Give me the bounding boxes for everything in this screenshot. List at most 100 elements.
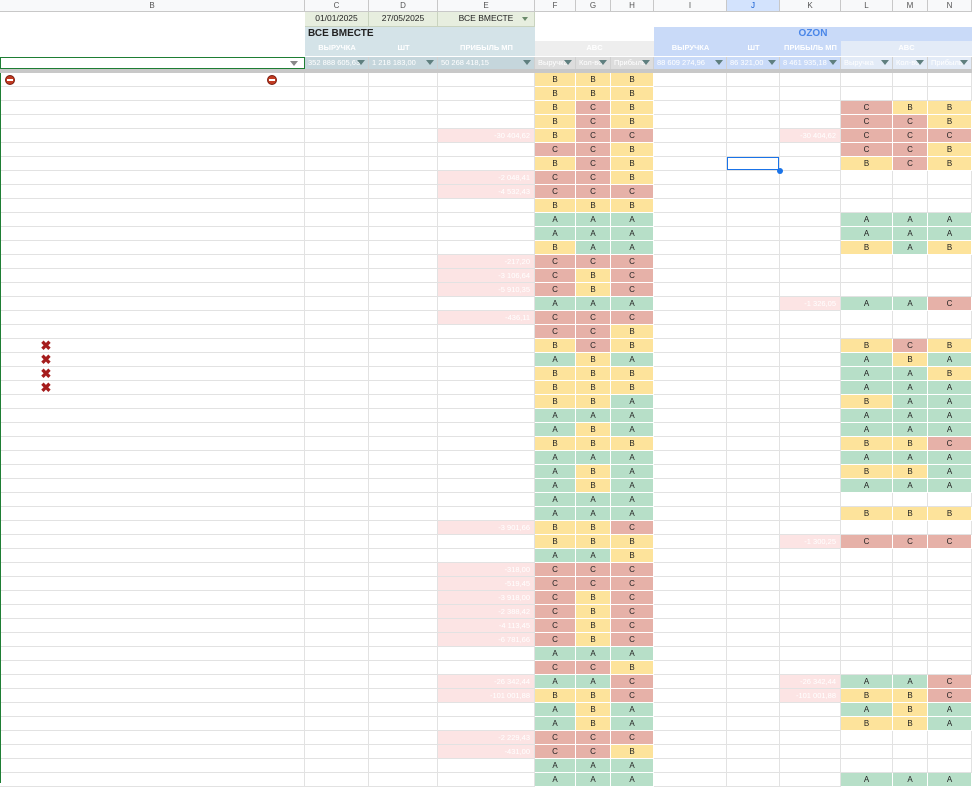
cell-e[interactable]: -3 901,66 — [438, 521, 535, 535]
cell-e[interactable] — [438, 353, 535, 367]
cell-i[interactable] — [654, 241, 727, 255]
cell-i[interactable] — [654, 297, 727, 311]
cell-b[interactable] — [0, 465, 305, 479]
cell-b[interactable] — [0, 661, 305, 675]
cell-e[interactable] — [438, 101, 535, 115]
cell-n[interactable] — [928, 605, 972, 619]
column-header-m[interactable]: M — [893, 0, 928, 12]
cell-n[interactable] — [928, 619, 972, 633]
cell-b[interactable] — [0, 689, 305, 703]
cell-d[interactable] — [369, 311, 438, 325]
cell-c[interactable] — [305, 409, 369, 423]
cell-k[interactable] — [780, 101, 841, 115]
cell-e[interactable] — [438, 549, 535, 563]
cell-i[interactable] — [654, 185, 727, 199]
cell-b[interactable] — [0, 129, 305, 143]
cell-m[interactable] — [893, 605, 928, 619]
cell-b[interactable] — [0, 563, 305, 577]
cell-d[interactable] — [369, 227, 438, 241]
cell-i[interactable] — [654, 703, 727, 717]
cell-e[interactable] — [438, 493, 535, 507]
cell-j[interactable] — [727, 409, 780, 423]
cell-b[interactable] — [0, 423, 305, 437]
cell-k[interactable]: -1 326,05 — [780, 297, 841, 311]
cell-e[interactable]: -4 532,43 — [438, 185, 535, 199]
cell-l[interactable] — [841, 619, 893, 633]
filter-cell-k[interactable]: 8 461 935,18 — [780, 57, 841, 69]
cell-k[interactable] — [780, 381, 841, 395]
cell-b[interactable] — [0, 591, 305, 605]
cell-b[interactable] — [0, 325, 305, 339]
cell-b[interactable] — [0, 157, 305, 171]
cell-c[interactable] — [305, 619, 369, 633]
cell-j[interactable] — [727, 213, 780, 227]
filter-cell-d[interactable]: 1 218 183,00 — [369, 57, 438, 69]
cell-c[interactable] — [305, 717, 369, 731]
cell-n[interactable] — [928, 185, 972, 199]
column-header-c[interactable]: C — [305, 0, 369, 12]
cell-c[interactable] — [305, 423, 369, 437]
cell-k[interactable] — [780, 577, 841, 591]
cell-i[interactable] — [654, 605, 727, 619]
cell-i[interactable] — [654, 101, 727, 115]
cell-k[interactable] — [780, 479, 841, 493]
cell-d[interactable] — [369, 241, 438, 255]
cell-d[interactable] — [369, 115, 438, 129]
cell-l[interactable] — [841, 255, 893, 269]
cell-i[interactable] — [654, 577, 727, 591]
cell-j[interactable] — [727, 87, 780, 101]
cell-c[interactable] — [305, 633, 369, 647]
filter-dropdown-icon[interactable] — [768, 60, 776, 65]
cell-b[interactable] — [0, 675, 305, 689]
cell-j[interactable] — [727, 73, 780, 87]
cell-n[interactable] — [928, 647, 972, 661]
cell-k[interactable]: -26 342,44 — [780, 675, 841, 689]
cell-j[interactable] — [727, 703, 780, 717]
cell-b[interactable] — [0, 577, 305, 591]
cell-b[interactable] — [0, 619, 305, 633]
cell-k[interactable] — [780, 619, 841, 633]
cell-b[interactable] — [0, 297, 305, 311]
cell-d[interactable] — [369, 731, 438, 745]
cell-e[interactable] — [438, 395, 535, 409]
cell-b[interactable] — [0, 269, 305, 283]
cell-i[interactable] — [654, 325, 727, 339]
cell-e[interactable]: -4 113,45 — [438, 619, 535, 633]
cell-j[interactable] — [727, 367, 780, 381]
cell-i[interactable] — [654, 619, 727, 633]
cell-m[interactable] — [893, 633, 928, 647]
cell-j[interactable] — [727, 227, 780, 241]
cell-k[interactable] — [780, 591, 841, 605]
cell-c[interactable] — [305, 689, 369, 703]
cell-k[interactable] — [780, 605, 841, 619]
cell-l[interactable] — [841, 269, 893, 283]
cell-c[interactable] — [305, 507, 369, 521]
filter-cell-f[interactable]: Выручка — [535, 57, 576, 69]
cell-e[interactable] — [438, 437, 535, 451]
cell-d[interactable] — [369, 619, 438, 633]
cell-i[interactable] — [654, 549, 727, 563]
cell-i[interactable] — [654, 367, 727, 381]
cell-i[interactable] — [654, 731, 727, 745]
column-header-g[interactable]: G — [576, 0, 611, 12]
cell-e[interactable] — [438, 241, 535, 255]
cell-l[interactable] — [841, 731, 893, 745]
cell-j[interactable] — [727, 423, 780, 437]
cell-l[interactable] — [841, 493, 893, 507]
cell-b[interactable] — [0, 535, 305, 549]
cell-c[interactable] — [305, 731, 369, 745]
cell-k[interactable] — [780, 115, 841, 129]
cell-c[interactable] — [305, 255, 369, 269]
cell-k[interactable] — [780, 185, 841, 199]
cell-c[interactable] — [305, 535, 369, 549]
cell-l[interactable] — [841, 647, 893, 661]
cell-b[interactable] — [0, 717, 305, 731]
cell-e[interactable]: -26 342,44 — [438, 675, 535, 689]
cell-d[interactable] — [369, 283, 438, 297]
cell-d[interactable] — [369, 353, 438, 367]
cell-j[interactable] — [727, 591, 780, 605]
cell-i[interactable] — [654, 311, 727, 325]
cell-n[interactable] — [928, 563, 972, 577]
cell-m[interactable] — [893, 87, 928, 101]
cell-k[interactable] — [780, 759, 841, 773]
